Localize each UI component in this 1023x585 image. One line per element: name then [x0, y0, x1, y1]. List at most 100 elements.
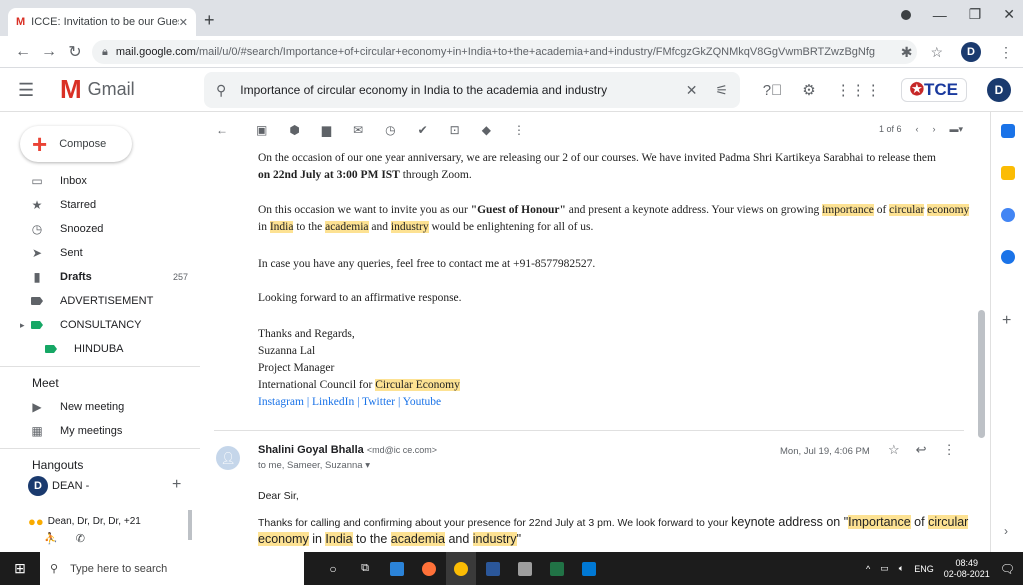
scrollbar-thumb[interactable] — [978, 310, 985, 438]
my-meetings-item[interactable]: ▦ My meetings — [0, 420, 200, 442]
gmail-wordmark: Gmail — [87, 78, 135, 99]
star-message-icon[interactable]: ☆ — [888, 442, 900, 458]
new-tab-button[interactable]: + — [204, 10, 215, 31]
network-icon[interactable]: ▭ — [880, 563, 889, 574]
firefox-icon[interactable] — [414, 552, 444, 585]
browser-menu-icon[interactable]: ⋮ — [999, 44, 1013, 61]
org-badge[interactable]: ✪TCE — [900, 78, 967, 102]
sidebar-item-snoozed[interactable]: ◷ Snoozed — [0, 218, 200, 240]
input-tools-icon[interactable]: ▬▾ — [949, 124, 963, 135]
forward-button[interactable]: → — [36, 43, 62, 61]
email2-sender[interactable]: Shalini Goyal Bhalla <md@ic ce.com> — [258, 444, 437, 456]
email2-recipients[interactable]: to me, Sameer, Suzanna ▾ — [258, 460, 370, 471]
reload-button[interactable]: ↻ — [62, 42, 88, 62]
language-indicator[interactable]: ENG — [914, 564, 934, 574]
apps-grid-icon[interactable]: ⋮⋮⋮ — [836, 81, 881, 99]
search-input[interactable]: Importance of circular economy in India … — [240, 83, 667, 97]
compose-plus-icon: + — [32, 129, 48, 159]
cortana-icon[interactable]: ○ — [318, 552, 348, 585]
star-icon: ★ — [31, 198, 43, 212]
archive-icon[interactable]: ▣ — [256, 123, 267, 137]
email2-greeting: Dear Sir, — [258, 490, 299, 502]
sidebar-item-inbox[interactable]: ▭ Inbox — [0, 170, 200, 192]
sidebar-item-consultancy[interactable]: ▸ CONSULTANCY — [0, 314, 200, 336]
hangouts-user[interactable]: D DEAN - — [28, 476, 89, 496]
message-more-icon[interactable]: ⋮ — [943, 442, 956, 458]
search-icon[interactable]: ⚲ — [216, 82, 226, 99]
browser-tab[interactable]: M ICCE: Invitation to be our Guest ✕ — [8, 8, 196, 36]
address-row: ← → ↻ 🔒︎ mail.google.com/mail/u/0/#searc… — [0, 36, 1023, 68]
browser-profile-avatar[interactable]: D — [961, 42, 981, 62]
left-sidebar: + Compose ▭ Inbox ★ Starred ◷ Snoozed ➤ … — [0, 112, 200, 552]
excel-icon[interactable] — [542, 552, 572, 585]
expand-arrow-icon[interactable]: ▸ — [20, 320, 25, 331]
back-button[interactable]: ← — [10, 43, 36, 61]
org-logo-icon: ✪ — [909, 80, 924, 99]
new-conversation-icon[interactable]: + — [172, 476, 181, 494]
tab-close-icon[interactable]: ✕ — [179, 16, 188, 29]
taskbar-clock[interactable]: 08:49 02-08-2021 — [944, 558, 990, 580]
reply-icon[interactable]: ↩ — [916, 442, 927, 458]
person-icon[interactable]: ⛹ — [44, 532, 58, 545]
gmail-logo[interactable]: M Gmail — [60, 76, 135, 102]
url-host: mail.google.com — [115, 46, 196, 58]
minimize-button[interactable]: — — [933, 7, 947, 23]
volume-icon[interactable]: 🔈︎ — [899, 563, 904, 574]
snooze-icon[interactable]: ◷ — [385, 123, 395, 137]
message-scrollbar[interactable] — [975, 148, 987, 552]
photos-icon[interactable] — [574, 552, 604, 585]
taskbar-search[interactable]: ⚲ Type here to search — [40, 552, 304, 585]
move-to-icon[interactable]: ⊡ — [450, 123, 460, 137]
task-view-icon[interactable]: ⧉ — [350, 552, 380, 585]
add-task-icon[interactable]: ✔ — [418, 123, 428, 137]
social-links[interactable]: Instagram | LinkedIn | Twitter | Youtube — [258, 394, 460, 411]
hangouts-group[interactable]: ●● Dean, Dr, Dr, Dr, +21 — [28, 514, 141, 529]
sidebar-item-starred[interactable]: ★ Starred — [0, 194, 200, 216]
sidebar-scrollbar[interactable] — [188, 510, 192, 540]
delete-icon[interactable]: ▆ — [322, 123, 331, 137]
close-window-button[interactable]: ✕ — [1003, 6, 1015, 23]
labels-icon[interactable]: ◆ — [482, 123, 491, 137]
maximize-button[interactable]: ❐ — [969, 6, 982, 23]
extension-icon[interactable]: ✱ — [901, 44, 913, 61]
compose-button[interactable]: + Compose — [20, 126, 132, 162]
new-meeting-item[interactable]: ▶ New meeting — [0, 396, 200, 418]
prev-icon[interactable]: ‹ — [915, 124, 918, 135]
file-explorer-icon[interactable] — [382, 552, 412, 585]
settings-gear-icon[interactable]: ⚙ — [802, 81, 815, 99]
send-icon: ➤ — [31, 246, 43, 260]
contacts-app-icon[interactable] — [1001, 250, 1015, 264]
main-menu-icon[interactable]: ☰ — [18, 80, 34, 101]
bookmark-star-icon[interactable]: ☆ — [930, 44, 943, 61]
more-options-icon[interactable]: ⋮ — [513, 123, 525, 137]
sidebar-item-advertisement[interactable]: ADVERTISEMENT — [0, 290, 200, 312]
add-addon-icon[interactable]: + — [1002, 312, 1011, 330]
clear-search-icon[interactable]: ✕ — [686, 82, 698, 99]
sidebar-item-sent[interactable]: ➤ Sent — [0, 242, 200, 264]
next-icon[interactable]: › — [932, 124, 935, 135]
calendar-app-icon[interactable] — [1001, 124, 1015, 138]
message-pane: On the occasion of our one year annivers… — [200, 148, 975, 552]
tasks-app-icon[interactable] — [1001, 208, 1015, 222]
help-icon[interactable]: ?⃝ — [763, 82, 783, 99]
search-box[interactable]: ⚲ Importance of circular economy in Indi… — [204, 72, 740, 108]
notification-icon[interactable]: 🗨︎ — [1000, 562, 1015, 576]
tray-expand-icon[interactable]: ^ — [866, 564, 870, 574]
sidebar-item-hinduba[interactable]: HINDUBA — [0, 338, 200, 360]
draft-icon: ▮ — [33, 270, 41, 284]
word-icon[interactable] — [478, 552, 508, 585]
windows-start-icon[interactable]: ⊞ — [0, 560, 40, 577]
expand-panel-icon[interactable]: › — [1004, 524, 1008, 538]
sidebar-item-drafts[interactable]: ▮ Drafts 257 — [0, 266, 200, 288]
chrome-icon[interactable] — [446, 552, 476, 585]
back-to-search-icon[interactable]: ← — [216, 123, 228, 137]
search-options-icon[interactable]: ⚟ — [715, 82, 728, 99]
email1-para1: On the occasion of our one year annivers… — [258, 152, 936, 181]
mark-unread-icon[interactable]: ✉ — [353, 123, 363, 137]
report-spam-icon[interactable]: ⬢ — [289, 123, 299, 137]
address-bar[interactable]: 🔒︎ mail.google.com/mail/u/0/#search/Impo… — [92, 40, 917, 64]
phone-icon[interactable]: ✆ — [76, 532, 85, 545]
keep-app-icon[interactable] — [1001, 166, 1015, 180]
account-avatar[interactable]: D — [987, 78, 1011, 102]
calculator-icon[interactable] — [510, 552, 540, 585]
